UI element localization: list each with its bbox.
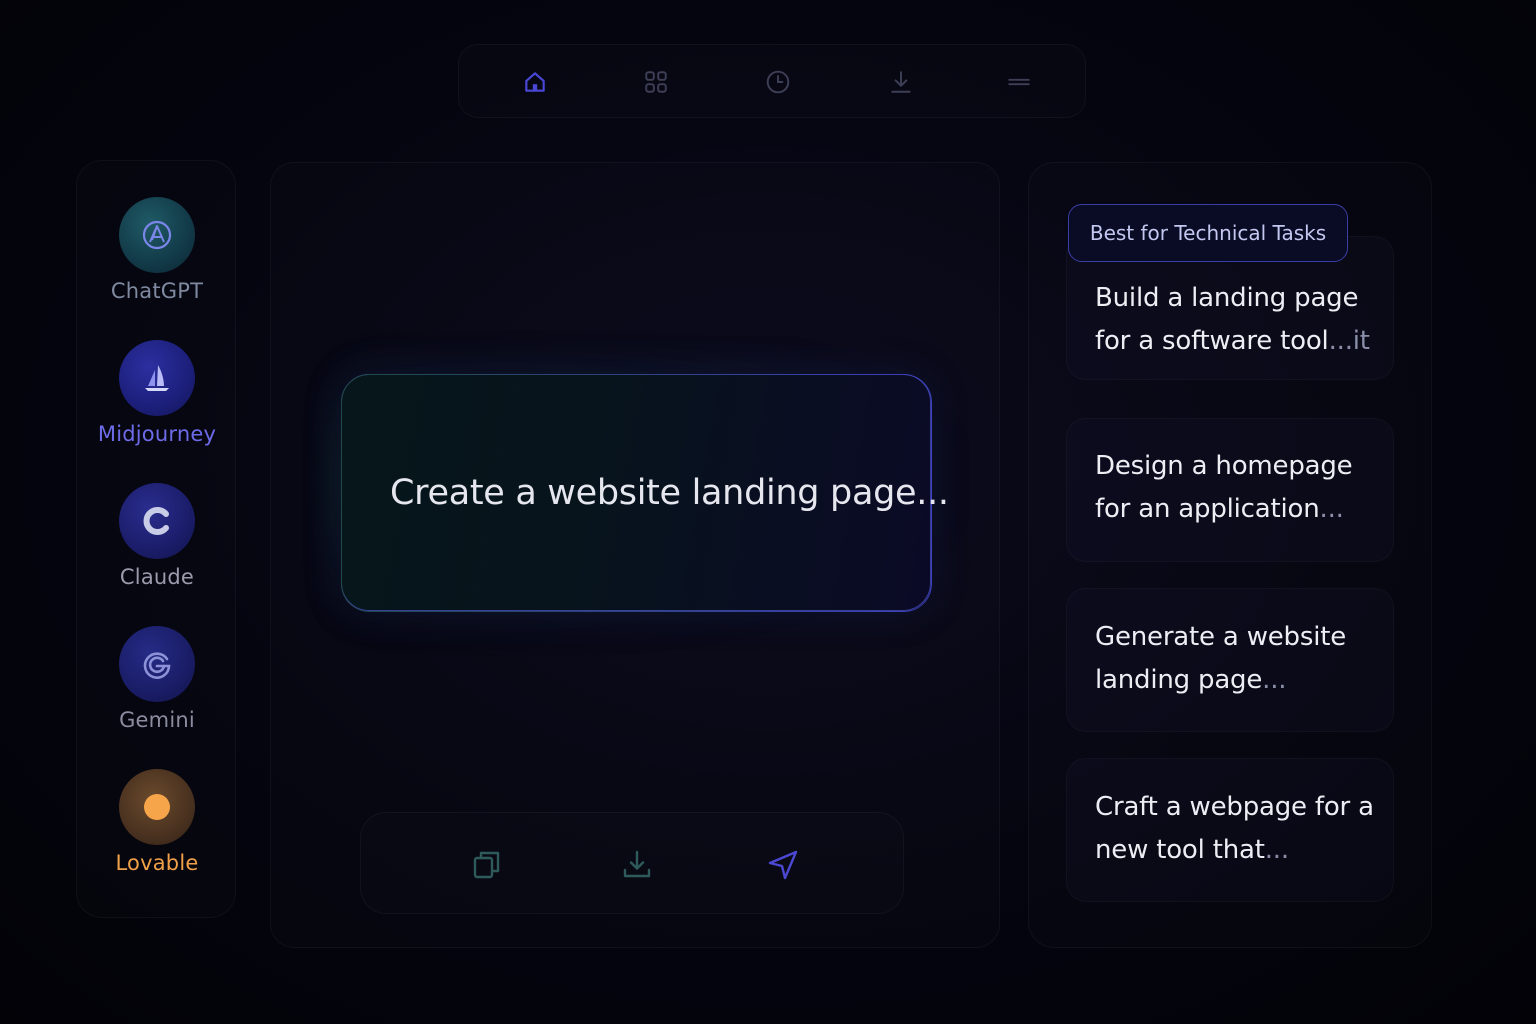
- suggestion-text: Build a landing page for a software tool…: [1095, 283, 1370, 356]
- grid-icon: [645, 71, 667, 93]
- model-label-midjourney: Midjourney: [97, 422, 217, 446]
- home-icon: [525, 72, 545, 92]
- category-tag-badge[interactable]: Best for Technical Tasks: [1068, 204, 1348, 262]
- clock-icon: [766, 70, 790, 94]
- model-item-lovable[interactable]: Lovable: [77, 769, 237, 889]
- chatgpt-avatar: [119, 197, 195, 273]
- model-label-gemini: Gemini: [119, 708, 195, 732]
- apps-button[interactable]: [641, 67, 671, 97]
- download-icon: [623, 850, 651, 878]
- lovable-avatar: [119, 769, 195, 845]
- chatgpt-logo-icon: [142, 220, 172, 250]
- menu-button[interactable]: [1004, 67, 1034, 97]
- model-item-claude[interactable]: Claude: [77, 483, 237, 603]
- model-label-lovable: Lovable: [115, 851, 199, 875]
- model-label-claude: Claude: [119, 565, 195, 589]
- action-bar: [360, 812, 904, 914]
- model-sidebar: ChatGPT Midjourney Claude Gemini Lovable: [76, 160, 236, 918]
- download-button[interactable]: [619, 847, 655, 883]
- suggestion-card-4[interactable]: Craft a webpage for a new tool that...: [1066, 758, 1394, 902]
- suggestion-text: Design a homepage for an application...: [1095, 451, 1353, 524]
- model-item-chatgpt[interactable]: ChatGPT: [77, 197, 237, 317]
- history-button[interactable]: [763, 67, 793, 97]
- send-button[interactable]: [765, 847, 801, 883]
- copy-button[interactable]: [469, 847, 505, 883]
- suggestion-text: Generate a website landing page...: [1095, 622, 1347, 695]
- midjourney-avatar: [119, 340, 195, 416]
- gemini-avatar: [119, 626, 195, 702]
- prompt-text[interactable]: Create a website landing page...: [390, 473, 949, 513]
- sun-circle-icon: [144, 794, 170, 820]
- send-icon: [768, 850, 798, 880]
- menu-icon: [1008, 78, 1030, 86]
- suggestion-card-2[interactable]: Design a homepage for an application...: [1066, 418, 1394, 562]
- gemini-g-icon: [143, 652, 171, 679]
- home-button[interactable]: [520, 67, 550, 97]
- sailboat-icon: [145, 365, 169, 391]
- claude-avatar: [119, 483, 195, 559]
- copy-icon: [473, 851, 500, 879]
- suggestion-text: Craft a webpage for a new tool that...: [1095, 792, 1374, 865]
- model-item-gemini[interactable]: Gemini: [77, 626, 237, 746]
- download-nav-button[interactable]: [886, 67, 916, 97]
- prompt-input[interactable]: Create a website landing page...: [341, 374, 949, 611]
- download-icon: [891, 71, 911, 93]
- claude-c-icon: [143, 507, 169, 535]
- suggestion-card-3[interactable]: Generate a website landing page...: [1066, 588, 1394, 732]
- model-item-midjourney[interactable]: Midjourney: [77, 340, 237, 460]
- model-label-chatgpt: ChatGPT: [110, 279, 204, 303]
- top-toolbar: [458, 44, 1086, 118]
